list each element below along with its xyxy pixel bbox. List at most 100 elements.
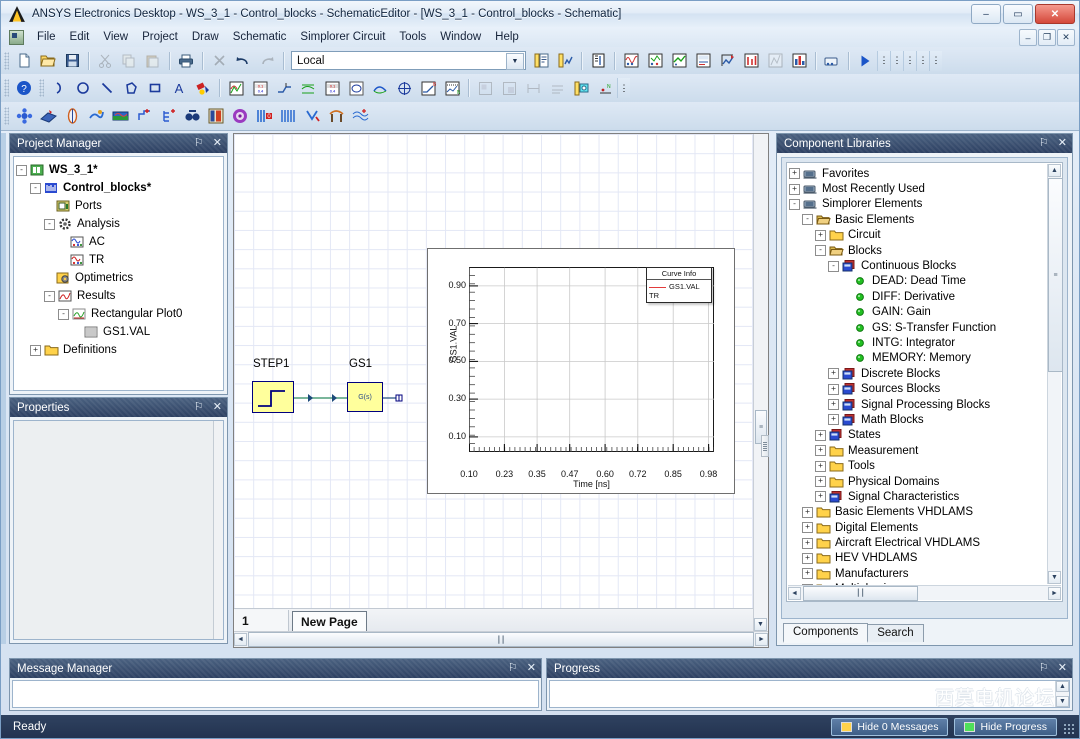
component-tree-item-23[interactable]: + Digital Elements [789, 520, 1060, 535]
validate-icon[interactable] [529, 49, 553, 73]
solution-data-icon[interactable] [667, 49, 691, 73]
tab-components[interactable]: Components [783, 623, 869, 643]
component-tree-item-24[interactable]: + Aircraft Electrical VHDLAMS [789, 535, 1060, 550]
curve-info-legend[interactable]: Curve Info GS1.VAL TR [646, 267, 712, 303]
hscroll-thumb[interactable]: ┃┃ [248, 632, 754, 647]
menu-item-file[interactable]: File [30, 29, 63, 45]
distribute-icon[interactable] [497, 76, 521, 100]
vscroll-down-arrow[interactable]: ▼ [754, 618, 767, 631]
statistical-icon[interactable] [787, 49, 811, 73]
close-icon[interactable]: ✕ [1058, 138, 1067, 149]
properties-scrollbar[interactable] [213, 421, 223, 639]
help-icon[interactable]: ? [12, 76, 36, 100]
import-design-icon[interactable] [300, 104, 324, 128]
align-icon[interactable] [473, 76, 497, 100]
draw-rectangle-icon[interactable] [143, 76, 167, 100]
component-gs1[interactable]: G(s) [347, 382, 383, 412]
expand-toggle-icon[interactable]: + [815, 491, 826, 503]
window-resize-grip[interactable] [1063, 723, 1075, 735]
hfss-icon[interactable] [60, 104, 84, 128]
output-variables-icon[interactable] [691, 49, 715, 73]
draw-circle-icon[interactable] [71, 76, 95, 100]
component-tree-item-1[interactable]: + Most Recently Used [789, 181, 1060, 196]
menu-item-project[interactable]: Project [135, 29, 185, 45]
close-button[interactable]: ✕ [1035, 4, 1075, 24]
sim-setup-icon[interactable] [619, 49, 643, 73]
canvas-vertical-scrollbar[interactable]: ≡ ▼ [753, 134, 768, 631]
hide-messages-button[interactable]: Hide 0 Messages [831, 718, 949, 736]
mdi-close-button[interactable]: ✕ [1057, 29, 1075, 46]
table-report-icon[interactable]: 0.1 0.4 [248, 76, 272, 100]
component-tree-item-11[interactable]: INTG: Integrator [789, 335, 1060, 350]
component-libraries-tree-container[interactable]: + Favorites + Most Recently Used - Simplorer … [786, 162, 1063, 602]
project-tree-item-1[interactable]: - Control_blocks* [16, 179, 221, 197]
component-tree-item-15[interactable]: + Signal Processing Blocks [789, 397, 1060, 412]
project-tree-item-9[interactable]: GS1.VAL [16, 323, 221, 341]
project-tree-item-0[interactable]: - WS_3_1* [16, 161, 221, 179]
draw-polygon-icon[interactable] [119, 76, 143, 100]
fill-color-icon[interactable] [191, 76, 215, 100]
measure-icon[interactable] [521, 76, 545, 100]
progress-scroll-down[interactable]: ▼ [1056, 696, 1069, 707]
component-tree-item-6[interactable]: - Continuous Blocks [789, 258, 1060, 273]
toolbar-grip[interactable] [4, 51, 9, 70]
twin-builder-icon[interactable] [12, 104, 36, 128]
menu-item-window[interactable]: Window [433, 29, 488, 45]
menu-item-simplorer-circuit[interactable]: Simplorer Circuit [293, 29, 392, 45]
library-hscroll-thumb[interactable]: ┃┃ [803, 585, 918, 601]
circle-plot-icon[interactable] [344, 76, 368, 100]
properties-body[interactable] [13, 420, 224, 640]
close-icon[interactable]: ✕ [1058, 663, 1067, 674]
menu-item-tools[interactable]: Tools [392, 29, 433, 45]
maxwell-2d-icon[interactable]: 0 [252, 104, 276, 128]
menu-item-edit[interactable]: Edit [63, 29, 97, 45]
import-icon[interactable] [820, 49, 844, 73]
eye-diagram-icon[interactable] [368, 76, 392, 100]
close-icon[interactable]: ✕ [213, 138, 222, 149]
chevron-down-icon[interactable]: ▼ [506, 53, 524, 70]
edit-notes-icon[interactable] [586, 49, 610, 73]
project-tree-item-3[interactable]: - Analysis [16, 215, 221, 233]
collapse-toggle-icon[interactable]: - [44, 290, 55, 302]
sensitivity-icon[interactable] [763, 49, 787, 73]
collapse-toggle-icon[interactable]: - [30, 182, 41, 194]
library-scroll-thumb[interactable]: ≡ [1048, 178, 1062, 372]
project-tree-item-8[interactable]: - Rectangular Plot0 [16, 305, 221, 323]
mdi-restore-button[interactable]: ❐ [1038, 29, 1056, 46]
expand-toggle-icon[interactable]: + [828, 414, 839, 426]
optimization-icon[interactable] [739, 49, 763, 73]
snap-icon[interactable] [569, 76, 593, 100]
results-icon[interactable] [643, 49, 667, 73]
bode-plot-icon[interactable]: B [416, 76, 440, 100]
component-tree-item-2[interactable]: - Simplorer Elements [789, 197, 1060, 212]
component-tree-item-0[interactable]: + Favorites [789, 166, 1060, 181]
component-tree-item-16[interactable]: + Math Blocks [789, 412, 1060, 427]
undo-icon[interactable] [231, 49, 255, 73]
toolbar-overflow-4[interactable]: ⋮ [916, 50, 929, 71]
expand-toggle-icon[interactable]: + [789, 183, 800, 195]
component-tree-item-13[interactable]: + Discrete Blocks [789, 366, 1060, 381]
expand-toggle-icon[interactable]: + [802, 522, 813, 534]
analyze-all-icon[interactable] [553, 49, 577, 73]
menu-item-draw[interactable]: Draw [185, 29, 226, 45]
page-tab-new-page[interactable]: New Page [292, 611, 367, 631]
hide-progress-button[interactable]: Hide Progress [954, 718, 1057, 736]
grid-icon[interactable] [545, 76, 569, 100]
expand-toggle-icon[interactable]: + [828, 383, 839, 395]
draw-arc-icon[interactable] [47, 76, 71, 100]
project-tree-item-2[interactable]: Ports [16, 197, 221, 215]
expand-toggle-icon[interactable]: + [789, 168, 800, 180]
data-table-icon[interactable]: 0.1 0.4 [320, 76, 344, 100]
pexprt-icon[interactable] [228, 104, 252, 128]
save-icon[interactable] [60, 49, 84, 73]
toolbar-overflow-3[interactable]: ⋮ [903, 50, 916, 71]
icepak-icon[interactable] [108, 104, 132, 128]
toolbar-overflow-5[interactable]: ⋮ [929, 50, 942, 71]
marker-icon[interactable] [272, 76, 296, 100]
param-sweep-icon[interactable] [715, 49, 739, 73]
toolbar-grip[interactable] [4, 107, 9, 125]
progress-scrollbar[interactable]: ▲ ▼ [1055, 681, 1069, 707]
paste-icon[interactable] [141, 49, 165, 73]
toolbar-overflow-1[interactable]: ⋮ [877, 50, 890, 71]
message-manager-body[interactable] [12, 680, 539, 708]
